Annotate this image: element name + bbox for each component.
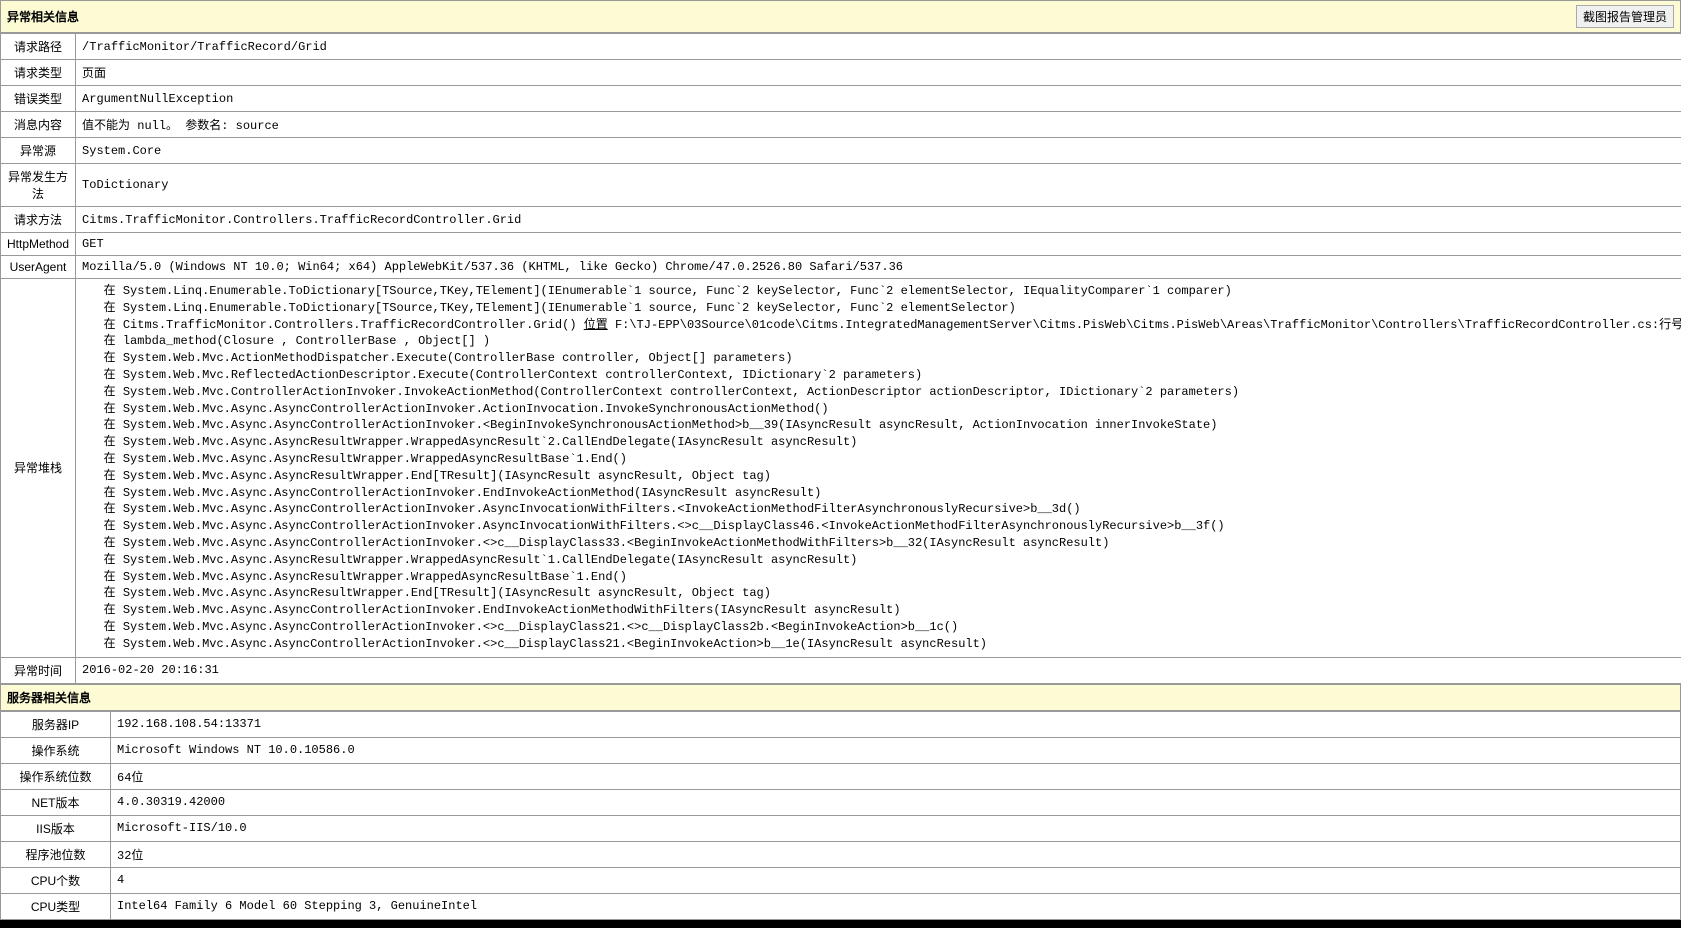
table-row: CPU类型 Intel64 Family 6 Model 60 Stepping… [1, 893, 1681, 919]
label-iis-version: IIS版本 [1, 815, 111, 841]
label-net-version: NET版本 [1, 789, 111, 815]
label-source: 异常源 [1, 138, 76, 164]
bottom-bar [0, 920, 1681, 928]
value-cpu-type: Intel64 Family 6 Model 60 Stepping 3, Ge… [111, 893, 1681, 919]
exception-table: 请求路径 /TrafficMonitor/TrafficRecord/Grid … [0, 33, 1681, 684]
table-row: 异常时间 2016-02-20 20:16:31 [1, 657, 1681, 683]
table-row: HttpMethod GET [1, 233, 1681, 256]
table-row: NET版本 4.0.30319.42000 [1, 789, 1681, 815]
label-server-ip: 服务器IP [1, 711, 111, 737]
label-http-method: HttpMethod [1, 233, 76, 256]
label-user-agent: UserAgent [1, 256, 76, 279]
label-method: 异常发生方法 [1, 164, 76, 207]
value-cpu-count: 4 [111, 867, 1681, 893]
server-section-title: 服务器相关信息 [7, 689, 91, 706]
value-stack-trace: 在 System.Linq.Enumerable.ToDictionary[TS… [76, 279, 1681, 658]
label-time: 异常时间 [1, 657, 76, 683]
table-row: 错误类型 ArgumentNullException [1, 86, 1681, 112]
table-row: 异常源 System.Core [1, 138, 1681, 164]
stack-post: F:\TJ-EPP\03Source\01code\Citms.Integrat… [82, 318, 1681, 651]
label-message: 消息内容 [1, 112, 76, 138]
table-row: 异常堆栈 在 System.Linq.Enumerable.ToDictiona… [1, 279, 1681, 658]
label-request-type: 请求类型 [1, 60, 76, 86]
table-row: 请求路径 /TrafficMonitor/TrafficRecord/Grid [1, 34, 1681, 60]
value-request-path: /TrafficMonitor/TrafficRecord/Grid [76, 34, 1681, 60]
server-table: 服务器IP 192.168.108.54:13371 操作系统 Microsof… [0, 711, 1681, 920]
table-row: CPU个数 4 [1, 867, 1681, 893]
table-row: 请求方法 Citms.TrafficMonitor.Controllers.Tr… [1, 207, 1681, 233]
value-user-agent: Mozilla/5.0 (Windows NT 10.0; Win64; x64… [76, 256, 1681, 279]
value-time: 2016-02-20 20:16:31 [76, 657, 1681, 683]
label-stack-trace: 异常堆栈 [1, 279, 76, 658]
value-http-method: GET [76, 233, 1681, 256]
label-request-path: 请求路径 [1, 34, 76, 60]
label-cpu-type: CPU类型 [1, 893, 111, 919]
value-error-type: ArgumentNullException [76, 86, 1681, 112]
label-cpu-count: CPU个数 [1, 867, 111, 893]
value-iis-version: Microsoft-IIS/10.0 [111, 815, 1681, 841]
stack-location-link[interactable]: 位置 [584, 318, 608, 332]
table-row: 程序池位数 32位 [1, 841, 1681, 867]
table-row: UserAgent Mozilla/5.0 (Windows NT 10.0; … [1, 256, 1681, 279]
value-server-ip: 192.168.108.54:13371 [111, 711, 1681, 737]
value-source: System.Core [76, 138, 1681, 164]
table-row: 消息内容 值不能为 null。 参数名: source [1, 112, 1681, 138]
label-os: 操作系统 [1, 737, 111, 763]
value-os-bits: 64位 [111, 763, 1681, 789]
value-method: ToDictionary [76, 164, 1681, 207]
table-row: 操作系统位数 64位 [1, 763, 1681, 789]
table-row: 服务器IP 192.168.108.54:13371 [1, 711, 1681, 737]
table-row: IIS版本 Microsoft-IIS/10.0 [1, 815, 1681, 841]
value-request-type: 页面 [76, 60, 1681, 86]
exception-section-header: 异常相关信息 截图报告管理员 [0, 0, 1681, 33]
label-os-bits: 操作系统位数 [1, 763, 111, 789]
server-section-header: 服务器相关信息 [0, 684, 1681, 711]
table-row: 操作系统 Microsoft Windows NT 10.0.10586.0 [1, 737, 1681, 763]
label-request-method: 请求方法 [1, 207, 76, 233]
table-row: 异常发生方法 ToDictionary [1, 164, 1681, 207]
value-app-pool-bits: 32位 [111, 841, 1681, 867]
screenshot-report-button[interactable]: 截图报告管理员 [1576, 5, 1674, 28]
label-error-type: 错误类型 [1, 86, 76, 112]
value-request-method: Citms.TrafficMonitor.Controllers.Traffic… [76, 207, 1681, 233]
value-os: Microsoft Windows NT 10.0.10586.0 [111, 737, 1681, 763]
table-row: 请求类型 页面 [1, 60, 1681, 86]
value-net-version: 4.0.30319.42000 [111, 789, 1681, 815]
exception-section-title: 异常相关信息 [7, 8, 79, 25]
value-message: 值不能为 null。 参数名: source [76, 112, 1681, 138]
label-app-pool-bits: 程序池位数 [1, 841, 111, 867]
